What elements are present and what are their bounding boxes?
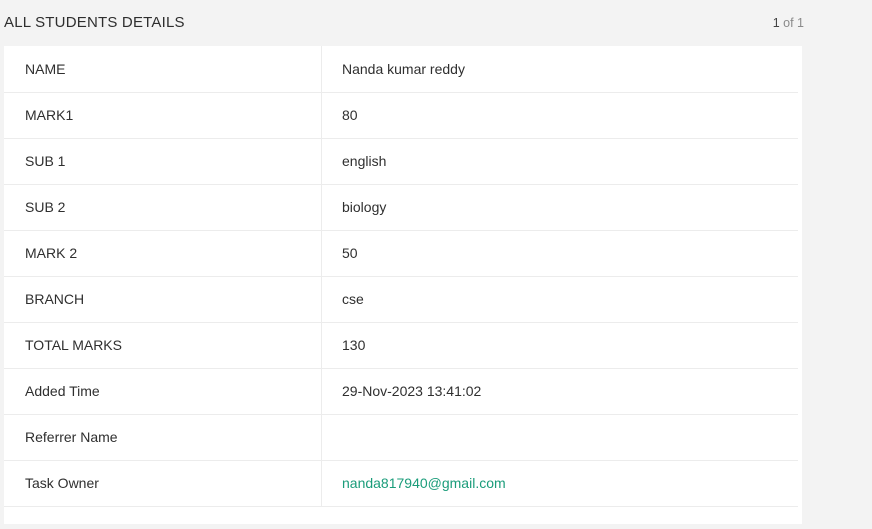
details-card: NAME Nanda kumar reddy MARK1 80 SUB 1 en…	[4, 46, 802, 524]
field-label-cell: NAME	[4, 46, 322, 92]
page-title: ALL STUDENTS DETAILS	[4, 14, 185, 31]
field-label: NAME	[25, 61, 66, 77]
pager-separator: of	[779, 16, 798, 30]
field-value-cell	[322, 414, 798, 460]
field-label: TOTAL MARKS	[25, 337, 122, 353]
field-label-cell: MARK1	[4, 92, 322, 138]
field-value-cell: Nanda kumar reddy	[322, 46, 798, 92]
field-value: 29-Nov-2023 13:41:02	[342, 383, 482, 399]
field-label-cell: BRANCH	[4, 276, 322, 322]
detail-row-branch: BRANCH cse	[4, 276, 798, 323]
field-label: SUB 2	[25, 199, 66, 215]
field-value: Nanda kumar reddy	[342, 61, 465, 77]
detail-row-mark2: MARK 2 50	[4, 230, 798, 277]
field-label-cell: Task Owner	[4, 460, 322, 506]
field-label-cell: TOTAL MARKS	[4, 322, 322, 368]
field-label: MARK 2	[25, 245, 78, 261]
field-label: SUB 1	[25, 153, 66, 169]
detail-row-task-owner: Task Owner nanda817940@gmail.com	[4, 460, 798, 507]
field-label: BRANCH	[25, 291, 85, 307]
detail-row-referrer-name: Referrer Name	[4, 414, 798, 461]
field-value-cell: 130	[322, 322, 798, 368]
field-value: biology	[342, 199, 387, 215]
field-label-cell: SUB 2	[4, 184, 322, 230]
field-value: english	[342, 153, 387, 169]
field-value-cell: 80	[322, 92, 798, 138]
field-label: Task Owner	[25, 475, 99, 491]
field-label: MARK1	[25, 107, 74, 123]
record-pager: 1 of 1	[773, 16, 804, 30]
detail-row-name: NAME Nanda kumar reddy	[4, 46, 798, 93]
field-value: cse	[342, 291, 364, 307]
field-label: Added Time	[25, 383, 100, 399]
field-value: 50	[342, 245, 358, 261]
detail-row-total-marks: TOTAL MARKS 130	[4, 322, 798, 369]
detail-row-sub1: SUB 1 english	[4, 138, 798, 185]
task-owner-email-link[interactable]: nanda817940@gmail.com	[342, 475, 506, 491]
field-label-cell: Added Time	[4, 368, 322, 414]
field-value-cell: nanda817940@gmail.com	[322, 460, 798, 506]
detail-row-added-time: Added Time 29-Nov-2023 13:41:02	[4, 368, 798, 415]
section-header: ALL STUDENTS DETAILS 1 of 1	[4, 0, 804, 46]
field-value-cell: biology	[322, 184, 798, 230]
pager-current: 1	[772, 16, 780, 30]
field-label-cell: Referrer Name	[4, 414, 322, 460]
field-value-cell: 29-Nov-2023 13:41:02	[322, 368, 798, 414]
field-value: 130	[342, 337, 366, 353]
field-value-cell: cse	[322, 276, 798, 322]
detail-row-sub2: SUB 2 biology	[4, 184, 798, 231]
pager-total: 1	[797, 16, 804, 30]
field-label-cell: SUB 1	[4, 138, 322, 184]
field-value: 80	[342, 107, 358, 123]
detail-row-mark1: MARK1 80	[4, 92, 798, 139]
field-value-cell: 50	[322, 230, 798, 276]
field-value-cell: english	[322, 138, 798, 184]
field-label-cell: MARK 2	[4, 230, 322, 276]
field-label: Referrer Name	[25, 429, 118, 445]
